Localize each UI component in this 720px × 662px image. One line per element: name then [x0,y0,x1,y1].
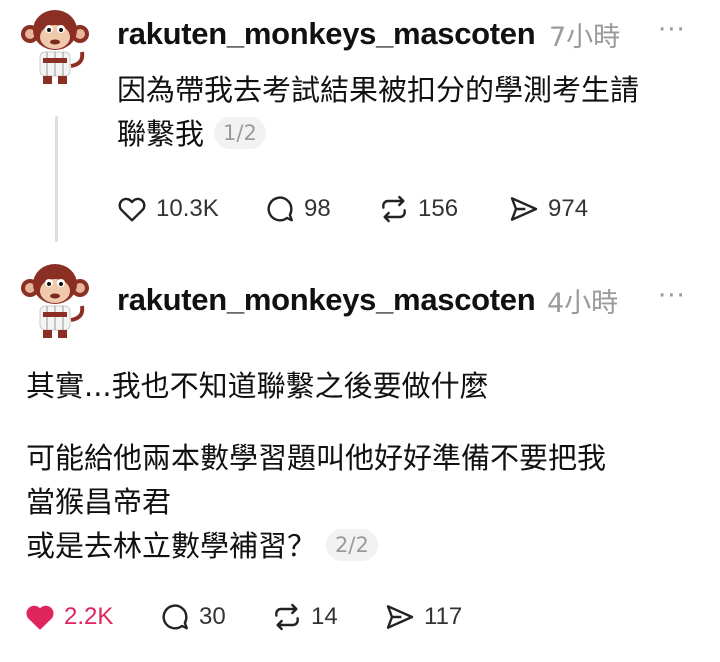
avatar[interactable] [14,258,96,340]
like-count: 2.2K [64,603,114,630]
thread-counter-badge: 1/2 [214,117,266,149]
repost-icon [382,195,406,223]
timestamp: 7小時 [549,22,621,53]
avatar[interactable] [14,4,96,86]
share-button[interactable]: 117 [384,597,462,637]
username[interactable]: rakuten_monkeys_mascoten [117,16,536,52]
like-button[interactable]: 2.2K [24,597,113,637]
like-count: 10.3K [156,195,219,222]
reply-button[interactable]: 98 [264,189,331,229]
heart-icon [118,197,146,222]
repost-button[interactable]: 14 [271,597,338,637]
monkey-mascot-avatar-icon [21,264,89,338]
thread-counter-badge: 2/2 [326,529,378,561]
post-line: 當猴昌帝君 [26,485,172,519]
repost-count: 14 [311,603,338,630]
repost-icon [275,603,299,631]
action-bar: 10.3K 98 156 974 [116,189,636,229]
action-bar: 2.2K 30 14 117 [24,597,544,637]
post-line: 或是去林立數學補習？ [26,529,317,563]
timestamp: 4小時 [547,288,619,319]
post-line-with-counter: 或是去林立數學補習？ 2/2 [26,524,606,568]
post-line: 因為帶我去考試結果被扣分的學測考生請 [117,73,640,107]
share-count: 117 [424,603,463,630]
post-line: 可能給他兩本數學習題叫他好好準備不要把我 [26,441,607,475]
post-line-with-counter: 聯繫我 1/2 [117,112,639,156]
thread-post-1: rakuten_monkeys_mascoten 7小時 ··· 因為帶我去考試… [0,0,720,250]
username[interactable]: rakuten_monkeys_mascoten [117,282,536,318]
post-body: 可能給他兩本數學習題叫他好好準備不要把我 當猴昌帝君 或是去林立數學補習？ 2/2 [26,436,606,568]
monkey-mascot-avatar-icon [21,10,89,84]
comment-icon [267,196,293,222]
post-line: 聯繫我 [117,117,205,151]
share-button[interactable]: 974 [508,189,588,229]
heart-icon [26,605,54,630]
thread-line [55,116,58,242]
more-icon[interactable]: ··· [658,281,686,311]
share-icon [510,197,538,221]
post-line: 其實...我也不知道聯繫之後要做什麼 [26,369,489,403]
repost-count: 156 [418,195,459,222]
share-icon [386,605,414,629]
comment-icon [162,604,188,630]
reply-count: 30 [199,603,226,630]
more-icon[interactable]: ··· [658,15,686,45]
reply-count: 98 [304,195,331,222]
repost-button[interactable]: 156 [378,189,458,229]
like-button[interactable]: 10.3K [116,189,219,229]
post-body: 因為帶我去考試結果被扣分的學測考生請 聯繫我 1/2 [117,68,639,156]
thread-post-2: rakuten_monkeys_mascoten 4小時 ··· 其實...我也… [0,250,720,662]
reply-button[interactable]: 30 [159,597,226,637]
share-count: 974 [548,195,589,222]
